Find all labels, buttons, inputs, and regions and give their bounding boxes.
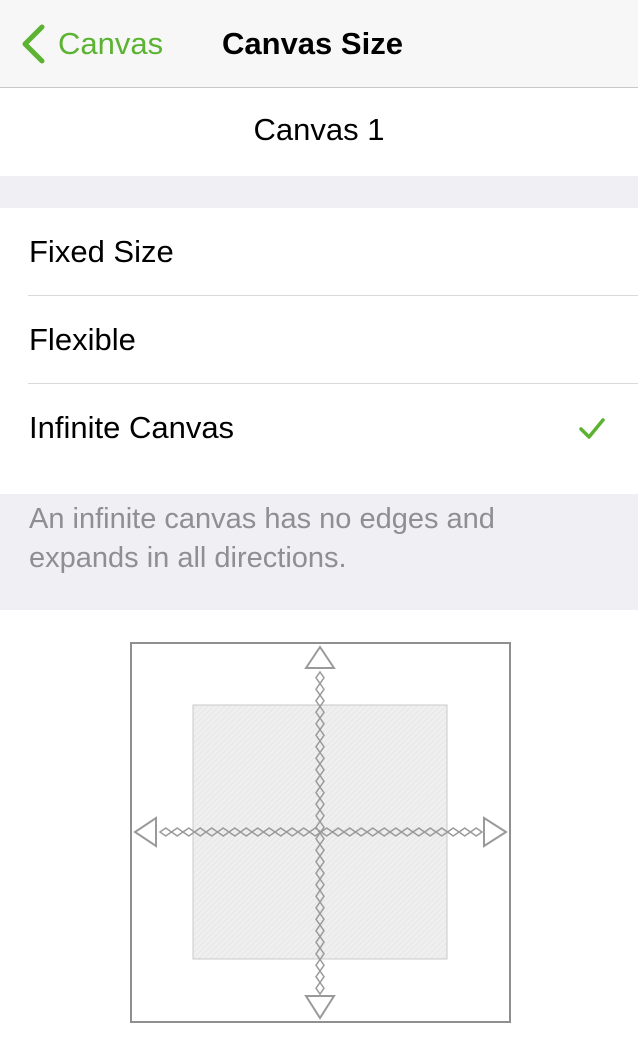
option-description: An infinite canvas has no edges and expa… xyxy=(0,494,638,610)
back-button[interactable]: Canvas xyxy=(20,22,163,66)
option-fixed-size[interactable]: Fixed Size xyxy=(0,208,638,296)
navigation-bar: Canvas Canvas Size xyxy=(0,0,638,88)
checkmark-icon xyxy=(578,414,606,442)
option-infinite-canvas[interactable]: Infinite Canvas xyxy=(0,384,638,494)
back-button-label: Canvas xyxy=(58,26,164,61)
canvas-name: Canvas 1 xyxy=(0,88,638,176)
chevron-left-icon xyxy=(20,24,46,64)
option-flexible[interactable]: Flexible xyxy=(0,296,638,384)
option-label: Infinite Canvas xyxy=(29,410,235,445)
page-title: Canvas Size xyxy=(222,26,403,61)
option-label: Flexible xyxy=(29,322,136,357)
canvas-size-options: Fixed Size Flexible Infinite Canvas xyxy=(0,208,638,494)
option-label: Fixed Size xyxy=(29,234,174,269)
infinite-canvas-illustration xyxy=(130,642,511,1028)
section-gap xyxy=(0,176,638,208)
